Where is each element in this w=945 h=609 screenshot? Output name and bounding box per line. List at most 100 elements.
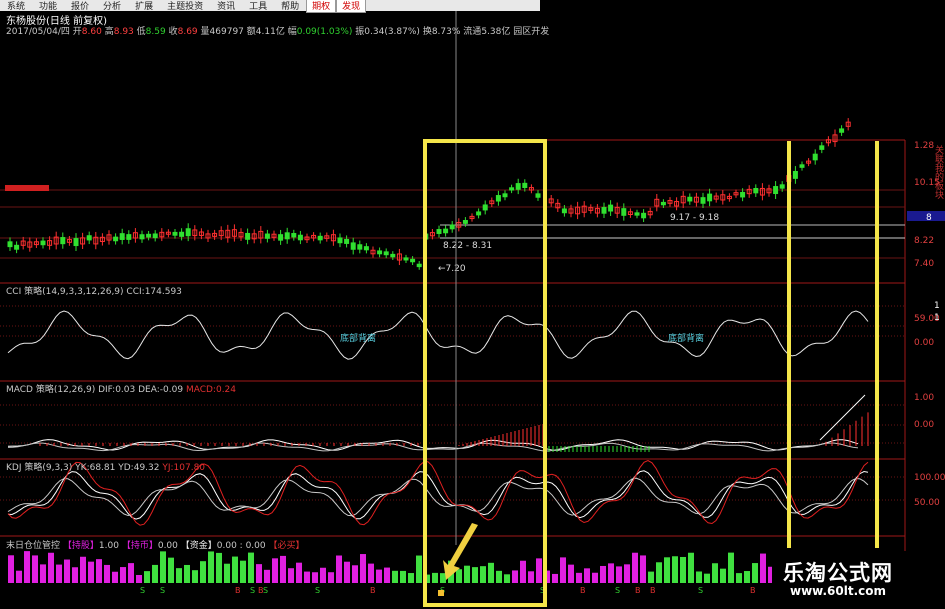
pos-bar-88 <box>712 563 718 583</box>
macd-label: MACD: <box>185 385 216 395</box>
pos-name: 末日仓位管控 <box>6 541 61 551</box>
kdj-d-line <box>7 477 869 517</box>
hold-value: 1.00 <box>98 541 119 551</box>
pos-bar-41 <box>336 555 342 583</box>
pos-bar-61 <box>496 570 502 583</box>
pos-bar-2 <box>24 551 30 583</box>
pos-bar-94 <box>760 553 766 583</box>
chart-canvas[interactable]: ←7.208.22 - 8.319.17 - 9.181.2810.158.22… <box>0 0 945 609</box>
pos-bar-73 <box>592 572 598 583</box>
watermark-title: 乐淘公式网 <box>783 561 893 585</box>
candle-body-1 <box>14 244 20 250</box>
pos-bar-18 <box>152 564 158 583</box>
pos-bar-66 <box>536 558 542 583</box>
macd-value: 0.24 <box>215 385 237 395</box>
candle-body-72 <box>482 204 488 211</box>
pos-bar-62 <box>504 574 510 583</box>
pos-bar-15 <box>128 563 134 583</box>
low-annotation: ←7.20 <box>438 264 466 274</box>
pos-bar-50 <box>408 573 414 583</box>
pos-bar-6 <box>56 564 62 583</box>
candle-body-71 <box>476 211 482 216</box>
candle-body-66 <box>443 228 449 234</box>
pos-bar-1 <box>16 570 22 583</box>
candle-body-26 <box>179 231 185 237</box>
candle-body-41 <box>278 234 284 241</box>
pos-bar-20 <box>168 557 174 583</box>
pos-bar-23 <box>192 570 198 583</box>
pos-bar-91 <box>736 573 742 583</box>
pos-bar-16 <box>136 574 142 583</box>
candle-body-22 <box>152 233 158 239</box>
pos-bar-74 <box>600 565 606 583</box>
pos-bar-24 <box>200 561 206 583</box>
candle-body-51 <box>344 238 350 244</box>
watermark-url: www.60lt.com <box>790 584 887 598</box>
candle-body-116 <box>773 186 779 195</box>
candle-body-111 <box>740 191 746 198</box>
cci-line <box>7 310 869 360</box>
pos-bar-84 <box>680 556 686 583</box>
j-label: YJ: <box>162 463 174 473</box>
k-label: YK: <box>75 463 90 473</box>
pos-bar-39 <box>320 567 326 583</box>
cci-value-label: CCI: <box>126 287 145 297</box>
candle-body-123 <box>819 145 825 150</box>
price-axis-label-0: 1.28 <box>914 141 934 151</box>
candle-body-43 <box>291 233 297 238</box>
candle-body-53 <box>357 244 363 250</box>
candle-body-5 <box>40 240 46 246</box>
candle-body-103 <box>687 196 693 202</box>
candle-body-67 <box>449 224 455 230</box>
cci-axis-1: 0.00 <box>914 338 934 348</box>
axis-marker: 8 <box>926 213 932 223</box>
pos-bar-60 <box>488 562 494 583</box>
pos-bar-85 <box>688 552 694 583</box>
candle-body-44 <box>297 234 303 241</box>
pos-bar-56 <box>456 569 462 583</box>
entry-marker <box>438 590 444 596</box>
candle-body-119 <box>792 170 798 179</box>
kdj-header: KDJ 策略(9,3,3) YK:68.81 YD:49.32 YJ:107.8… <box>6 460 205 473</box>
pos-bar-19 <box>160 551 166 583</box>
coin-value: 0.00 <box>157 541 178 551</box>
pos-bar-70 <box>568 564 574 583</box>
cci-params: (14,9,3,3,12,26,9) <box>42 287 124 297</box>
pos-bar-51 <box>416 555 422 583</box>
candle-body-36 <box>245 232 251 240</box>
pos-bar-75 <box>608 563 614 583</box>
safe-label: 【必买】 <box>268 541 305 551</box>
pos-bar-25 <box>208 551 214 583</box>
signal-letter-7: B <box>370 586 376 595</box>
signal-letter-1: S <box>160 586 165 595</box>
pos-bar-31 <box>256 564 262 583</box>
kdj-axis-1: 50.00 <box>914 498 940 508</box>
dif-value: 0.03 <box>115 385 136 395</box>
pos-bar-27 <box>224 563 230 583</box>
candle-body-62 <box>416 263 422 268</box>
signal-letter-13: B <box>650 586 656 595</box>
candle-body-47 <box>317 235 323 241</box>
price-axis-label-2: 8.22 <box>914 236 934 246</box>
candle-body-93 <box>621 208 627 216</box>
kdj-name: KDJ 策略 <box>6 463 43 473</box>
pos-bar-83 <box>672 556 678 583</box>
kdj-params: (9,3,3) <box>42 463 73 473</box>
macd-axis-1: 0.00 <box>914 420 934 430</box>
signal-letter-15: B <box>750 586 756 595</box>
candle-body-52 <box>350 242 356 250</box>
candle-body-77 <box>515 183 521 190</box>
candle-body-76 <box>509 187 515 191</box>
d-value: 49.32 <box>133 463 160 473</box>
candle-body-50 <box>337 237 343 244</box>
candle-body-75 <box>502 193 508 198</box>
candle-body-42 <box>284 232 290 240</box>
macd-dea-line <box>7 442 859 452</box>
candle-body-58 <box>390 253 396 258</box>
macd-header: MACD 策略(12,26,9) DIF:0.03 DEA:-0.09 MACD… <box>6 382 236 395</box>
kdj-axis-0: 100.00 <box>914 473 945 483</box>
cci-header: CCI 策略(14,9,3,3,12,26,9) CCI:174.593 <box>6 284 182 297</box>
candle-body-27 <box>185 228 191 237</box>
candle-body-96 <box>641 212 647 219</box>
pos-bar-72 <box>584 568 590 583</box>
